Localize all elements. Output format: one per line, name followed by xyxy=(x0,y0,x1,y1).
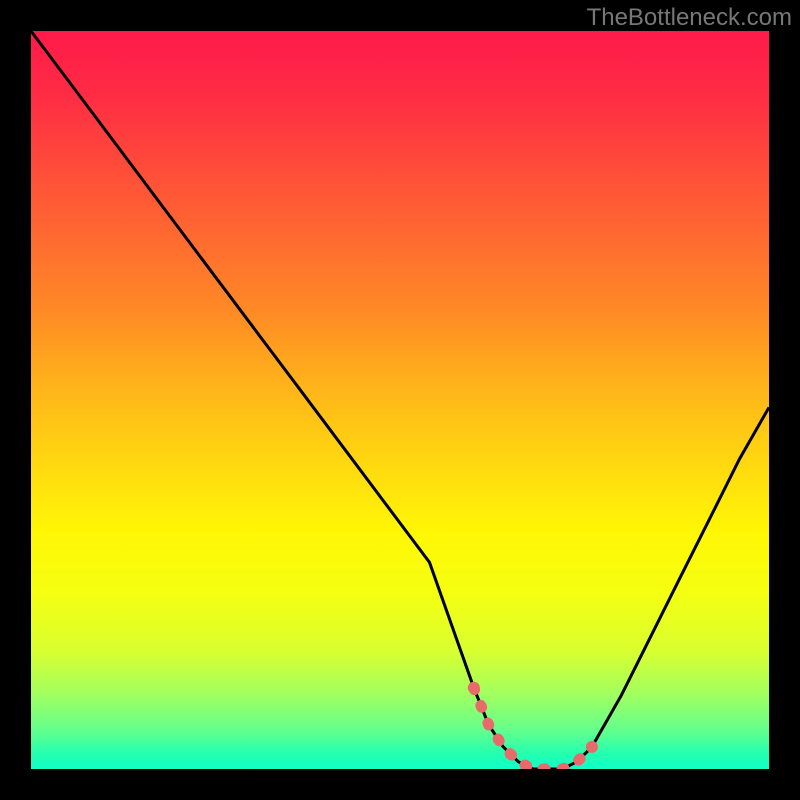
watermark-text: TheBottleneck.com xyxy=(587,4,792,32)
highlight-segment xyxy=(474,688,592,769)
bottleneck-curve xyxy=(31,31,769,769)
plot-area xyxy=(31,31,769,769)
curve-layer xyxy=(31,31,769,769)
highlight-endpoint xyxy=(468,682,480,694)
chart-canvas: TheBottleneck.com xyxy=(0,0,800,800)
highlight-endpoint xyxy=(586,741,598,753)
